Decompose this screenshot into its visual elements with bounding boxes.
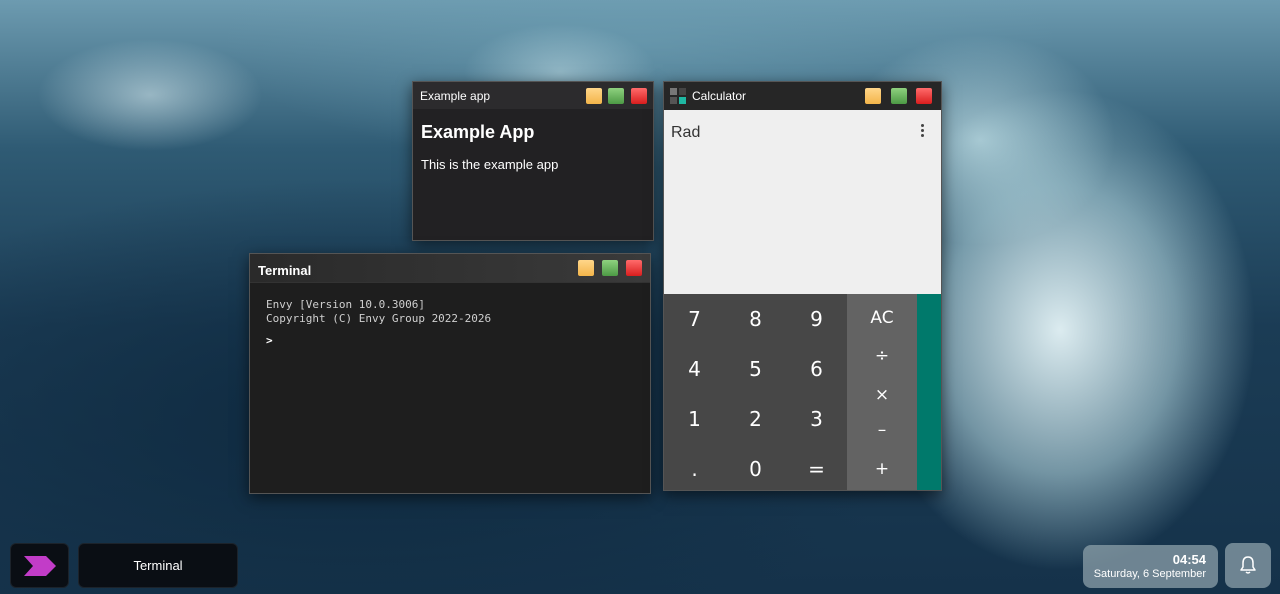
calculator-display: Rad [664, 110, 941, 294]
key-3[interactable]: 3 [786, 407, 847, 431]
terminal-prompt[interactable]: > [266, 334, 273, 347]
envy-logo-icon [24, 556, 56, 576]
more-options-icon[interactable] [918, 124, 926, 142]
minimize-button[interactable] [578, 260, 594, 276]
operator-pad: AC ÷ × – + [847, 294, 917, 490]
example-app-title: Example app [420, 89, 491, 103]
key-4[interactable]: 4 [664, 357, 725, 381]
minimize-button[interactable] [586, 88, 602, 104]
key-6[interactable]: 6 [786, 357, 847, 381]
example-app-heading: Example App [421, 122, 535, 142]
close-button[interactable] [631, 88, 647, 104]
key-equals[interactable]: = [786, 457, 847, 481]
number-pad: 7 8 9 4 5 6 1 2 3 . 0 = [664, 294, 847, 490]
key-multiply[interactable]: × [847, 385, 917, 405]
taskbar-item-label: Terminal [133, 558, 183, 573]
start-button[interactable] [10, 543, 69, 588]
angle-mode-label[interactable]: Rad [671, 124, 700, 142]
maximize-button[interactable] [891, 88, 907, 104]
key-8[interactable]: 8 [725, 307, 786, 331]
close-button[interactable] [916, 88, 932, 104]
key-divide[interactable]: ÷ [847, 346, 917, 366]
key-5[interactable]: 5 [725, 357, 786, 381]
key-7[interactable]: 7 [664, 307, 725, 331]
key-2[interactable]: 2 [725, 407, 786, 431]
minimize-button[interactable] [865, 88, 881, 104]
terminal-titlebar[interactable]: Terminal [250, 254, 650, 283]
maximize-button[interactable] [608, 88, 624, 104]
example-app-window: Example app Example App This is the exam… [412, 81, 654, 241]
example-app-text: This is the example app [421, 157, 559, 172]
key-add[interactable]: + [847, 459, 917, 479]
key-9[interactable]: 9 [786, 307, 847, 331]
key-decimal[interactable]: . [664, 457, 725, 481]
terminal-copyright-line: Copyright (C) Envy Group 2022-2026 [266, 312, 492, 325]
calculator-app-icon [670, 88, 686, 104]
calculator-titlebar[interactable]: Calculator [664, 82, 941, 110]
terminal-version-line: Envy [Version 10.0.3006] [266, 298, 425, 311]
taskbar-item-terminal[interactable]: Terminal [78, 543, 238, 588]
key-subtract[interactable]: – [847, 420, 917, 440]
key-0[interactable]: 0 [725, 457, 786, 481]
advanced-panel-handle[interactable] [917, 294, 941, 490]
clock-widget[interactable]: 04:54 Saturday, 6 September [1083, 545, 1218, 588]
calculator-title: Calculator [692, 89, 747, 103]
clock-time: 04:54 [1172, 552, 1206, 567]
notifications-button[interactable] [1225, 543, 1271, 588]
maximize-button[interactable] [602, 260, 618, 276]
key-all-clear[interactable]: AC [847, 308, 917, 328]
example-app-titlebar[interactable]: Example app [413, 82, 653, 109]
key-1[interactable]: 1 [664, 407, 725, 431]
terminal-title: Terminal [258, 263, 312, 278]
bell-icon [1240, 556, 1256, 574]
close-button[interactable] [626, 260, 642, 276]
terminal-window: Terminal Envy [Version 10.0.3006] Copyri… [249, 253, 651, 494]
terminal-output: Envy [Version 10.0.3006] Copyright (C) E… [266, 298, 491, 326]
calculator-window: Calculator Rad 7 8 9 4 5 6 1 2 3 . 0 = A… [663, 81, 942, 491]
clock-date: Saturday, 6 September [1093, 568, 1206, 580]
